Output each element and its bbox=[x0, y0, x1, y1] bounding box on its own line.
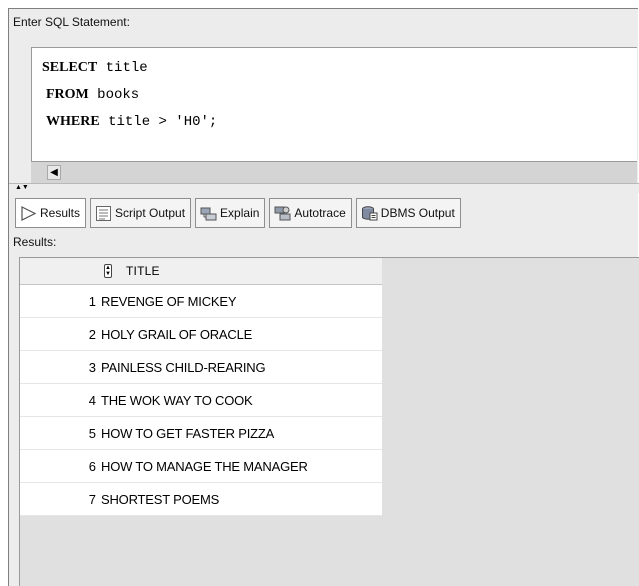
tab-label: Autotrace bbox=[294, 206, 346, 220]
autotrace-icon bbox=[274, 206, 291, 220]
table-row[interactable]: 5 HOW TO GET FASTER PIZZA bbox=[20, 417, 382, 450]
title-cell[interactable]: THE WOK WAY TO COOK bbox=[96, 393, 253, 408]
results-grid-area: ▲ ▼ TITLE 1 REVENGE OF MICKEY 2 HOLY GRAI… bbox=[19, 257, 639, 586]
column-header-title[interactable]: TITLE bbox=[126, 264, 160, 278]
tab-results[interactable]: Results bbox=[15, 198, 87, 228]
sql-line-2: FROM books bbox=[46, 87, 139, 103]
table-row[interactable]: 1 REVENGE OF MICKEY bbox=[20, 285, 382, 318]
results-table: ▲ ▼ TITLE 1 REVENGE OF MICKEY 2 HOLY GRAI… bbox=[20, 258, 382, 516]
results-label: Results: bbox=[13, 235, 57, 249]
output-tabs: Results Script Output Explain Autotrace … bbox=[15, 198, 465, 228]
row-number: 5 bbox=[88, 425, 96, 441]
row-number: 1 bbox=[88, 293, 96, 309]
sql-worksheet: Enter SQL Statement: SELECT title FROM b… bbox=[8, 8, 639, 586]
sql-statement-label: Enter SQL Statement: bbox=[13, 15, 130, 29]
title-cell[interactable]: REVENGE OF MICKEY bbox=[96, 294, 236, 309]
row-number: 6 bbox=[88, 458, 96, 474]
row-number: 7 bbox=[88, 491, 96, 507]
title-cell[interactable]: HOLY GRAIL OF ORACLE bbox=[96, 327, 252, 342]
tab-label: Explain bbox=[220, 206, 260, 220]
table-row[interactable]: 4 THE WOK WAY TO COOK bbox=[20, 384, 382, 417]
row-number: 4 bbox=[88, 392, 96, 408]
horizontal-scrollbar[interactable]: ◀ bbox=[31, 161, 637, 183]
collapse-expand-icon[interactable]: ▲▼ bbox=[15, 184, 29, 191]
tab-script-output[interactable]: Script Output bbox=[90, 198, 192, 228]
title-cell[interactable]: SHORTEST POEMS bbox=[96, 492, 219, 507]
table-row[interactable]: 2 HOLY GRAIL OF ORACLE bbox=[20, 318, 382, 351]
tab-explain[interactable]: Explain bbox=[195, 198, 266, 228]
table-row[interactable]: 6 HOW TO MANAGE THE MANAGER bbox=[20, 450, 382, 483]
sql-line-1: SELECT title bbox=[42, 60, 148, 76]
title-cell[interactable]: HOW TO GET FASTER PIZZA bbox=[96, 426, 274, 441]
tab-label: Script Output bbox=[115, 206, 186, 220]
sql-keyword: WHERE bbox=[46, 114, 100, 129]
scroll-left-icon[interactable]: ◀ bbox=[47, 165, 61, 180]
script-output-icon bbox=[96, 205, 112, 221]
sql-text: title > 'H0'; bbox=[99, 114, 218, 130]
pane-splitter[interactable]: ▲▼ bbox=[9, 183, 639, 193]
tab-label: Results bbox=[40, 206, 81, 220]
sql-text: title bbox=[97, 60, 148, 76]
title-cell[interactable]: PAINLESS CHILD-REARING bbox=[96, 360, 266, 375]
dbms-output-icon bbox=[361, 205, 378, 220]
play-arrow-icon bbox=[21, 205, 37, 221]
sql-keyword: FROM bbox=[46, 87, 89, 102]
table-row[interactable]: 7 SHORTEST POEMS bbox=[20, 483, 382, 516]
tab-label: DBMS Output bbox=[380, 206, 455, 220]
sql-keyword: SELECT bbox=[42, 60, 98, 75]
table-row[interactable]: 3 PAINLESS CHILD-REARING bbox=[20, 351, 382, 384]
tab-autotrace[interactable]: Autotrace bbox=[269, 198, 352, 228]
sort-icon[interactable]: ▲ ▼ bbox=[104, 264, 112, 278]
row-number: 2 bbox=[88, 326, 96, 342]
sql-line-3: WHERE title > 'H0'; bbox=[46, 114, 217, 130]
explain-plan-icon bbox=[200, 207, 217, 220]
row-number: 3 bbox=[88, 359, 96, 375]
sql-text: books bbox=[88, 87, 140, 103]
table-header: ▲ ▼ TITLE bbox=[20, 258, 382, 285]
title-cell[interactable]: HOW TO MANAGE THE MANAGER bbox=[96, 459, 308, 474]
tab-dbms-output[interactable]: DBMS Output bbox=[355, 198, 461, 228]
sql-editor[interactable]: SELECT title FROM books WHERE title > 'H… bbox=[31, 47, 637, 161]
